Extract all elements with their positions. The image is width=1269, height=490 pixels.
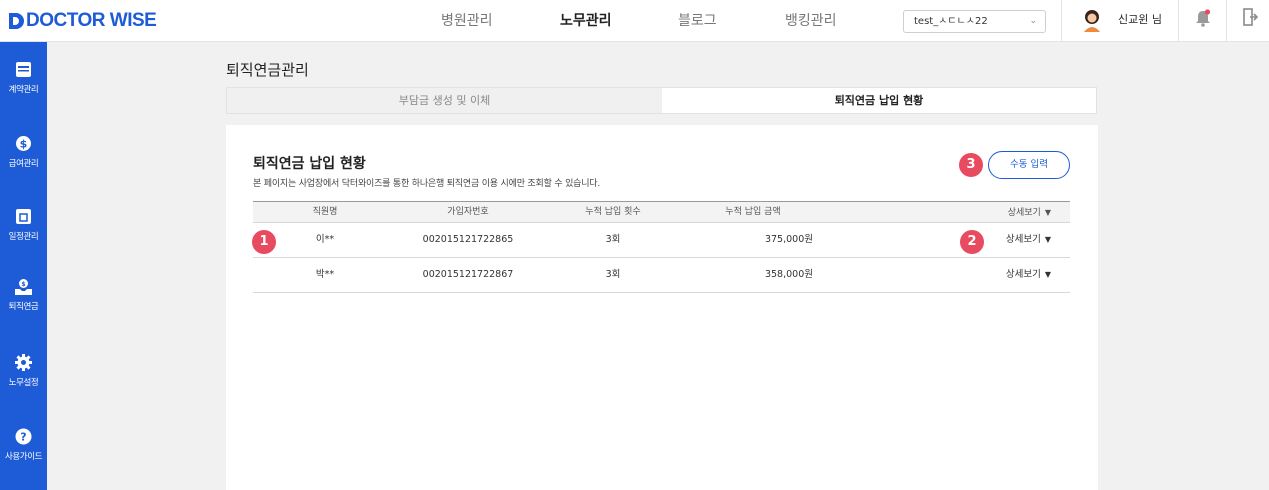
sidebar-item-label: 일정관리 [8,232,39,242]
payment-amount: 358,000원 [764,269,813,280]
sidebar-item-contract[interactable]: 계약관리 [0,61,47,111]
caret-down-icon: ▼ [1044,270,1051,279]
svg-text:$: $ [21,281,25,288]
sidebar: 계약관리 $ 급여관리 일정관리 $ 퇴직연금 노무설정 ? 사용가이드 [0,42,47,490]
caret-down-icon: ▼ [1044,208,1051,217]
header-divider [1178,0,1179,42]
calendar-icon [16,209,31,224]
gear-icon [15,354,32,371]
bell-icon[interactable] [1195,9,1211,27]
table-row: 박** 002015121722867 3회 358,000원 상세보기 ▼ [253,258,1070,293]
column-header-name: 직원명 [312,207,338,217]
step-badge-3: 3 [959,153,983,177]
table-header: 직원명 가입자번호 누적 납입 횟수 누적 납입 금액 상세보기 ▼ [253,201,1070,223]
column-header-subscriber-number: 가입자번호 [447,207,489,217]
sidebar-item-label: 급여관리 [8,159,39,169]
sidebar-item-user-guide[interactable]: ? 사용가이드 [0,428,47,478]
nav-hospital-management[interactable]: 병원관리 [441,0,493,42]
logout-icon[interactable] [1242,8,1258,26]
tab-contribution-transfer[interactable]: 부담금 생성 및 이체 [227,88,662,113]
payment-amount: 375,000원 [764,234,813,245]
manual-input-button[interactable]: 수동 입력 [988,151,1070,179]
employee-name: 이** [315,234,335,245]
header-divider [1061,0,1062,42]
header-divider [1226,0,1227,42]
nav-labor-management[interactable]: 노무관리 [560,0,612,42]
subscriber-number: 002015121722867 [422,269,514,280]
pension-icon: $ [15,279,32,295]
tab-payment-status[interactable]: 퇴직연금 납입 현황 [662,88,1096,113]
sidebar-item-label: 사용가이드 [4,452,43,462]
tab-bar: 부담금 생성 및 이체 퇴직연금 납입 현황 [226,87,1097,114]
svg-text:?: ? [20,431,26,444]
step-badge-2: 2 [960,230,984,254]
sidebar-item-label: 노무설정 [8,378,39,388]
content-panel: 퇴직연금 납입 현황 본 페이지는 사업장에서 닥터와이즈를 통한 하나은행 퇴… [226,125,1098,490]
sidebar-item-pension[interactable]: $ 퇴직연금 [0,278,47,328]
user-name[interactable]: 신교윈 님 [1118,0,1162,40]
column-header-detail[interactable]: 상세보기 ▼ [981,202,1051,224]
chevron-down-icon: ⌄ [1029,16,1037,26]
detail-label: 상세보기 [1005,269,1041,280]
svg-text:$: $ [20,138,28,151]
sidebar-item-payroll[interactable]: $ 급여관리 [0,135,47,185]
help-icon: ? [15,428,32,445]
detail-label: 상세보기 [1005,234,1041,245]
sidebar-item-label: 계약관리 [8,85,39,95]
logo[interactable]: DOCTOR WISE [9,10,157,31]
company-select-value: test_ㅅㄷㄴㅅ22 [914,16,988,27]
detail-label: 상세보기 [1007,208,1041,218]
nav-blog[interactable]: 블로그 [678,0,717,42]
detail-toggle[interactable]: 상세보기 ▼ [981,223,1051,257]
column-header-payment-amount: 누적 납입 금액 [725,207,781,217]
step-badge-1: 1 [252,230,276,254]
logo-text: DOCTOR WISE [26,10,157,31]
detail-toggle[interactable]: 상세보기 ▼ [981,258,1051,292]
section-title: 퇴직연금 납입 현황 [253,156,366,172]
section-description: 본 페이지는 사업장에서 닥터와이즈를 통한 하나은행 퇴직연금 이용 시에만 … [253,179,601,189]
subscriber-number: 002015121722865 [422,234,514,245]
payment-count: 3회 [605,234,621,245]
table-row: 이** 002015121722865 3회 375,000원 상세보기 ▼ [253,223,1070,258]
avatar[interactable] [1081,8,1103,32]
page-title: 퇴직연금관리 [226,61,309,79]
column-header-payment-count: 누적 납입 횟수 [585,207,641,217]
logo-mark-icon [9,13,24,29]
top-header: DOCTOR WISE 병원관리 노무관리 블로그 뱅킹관리 test_ㅅㄷㄴㅅ… [0,0,1269,42]
employee-name: 박** [315,269,335,280]
sidebar-item-schedule[interactable]: 일정관리 [0,208,47,258]
sidebar-item-label: 퇴직연금 [8,302,39,312]
contract-icon [16,62,31,77]
nav-banking-management[interactable]: 뱅킹관리 [785,0,837,42]
company-select[interactable]: test_ㅅㄷㄴㅅ22 ⌄ [903,10,1046,33]
caret-down-icon: ▼ [1044,235,1051,244]
sidebar-item-labor-settings[interactable]: 노무설정 [0,354,47,404]
dollar-icon: $ [16,136,31,151]
payment-count: 3회 [605,269,621,280]
